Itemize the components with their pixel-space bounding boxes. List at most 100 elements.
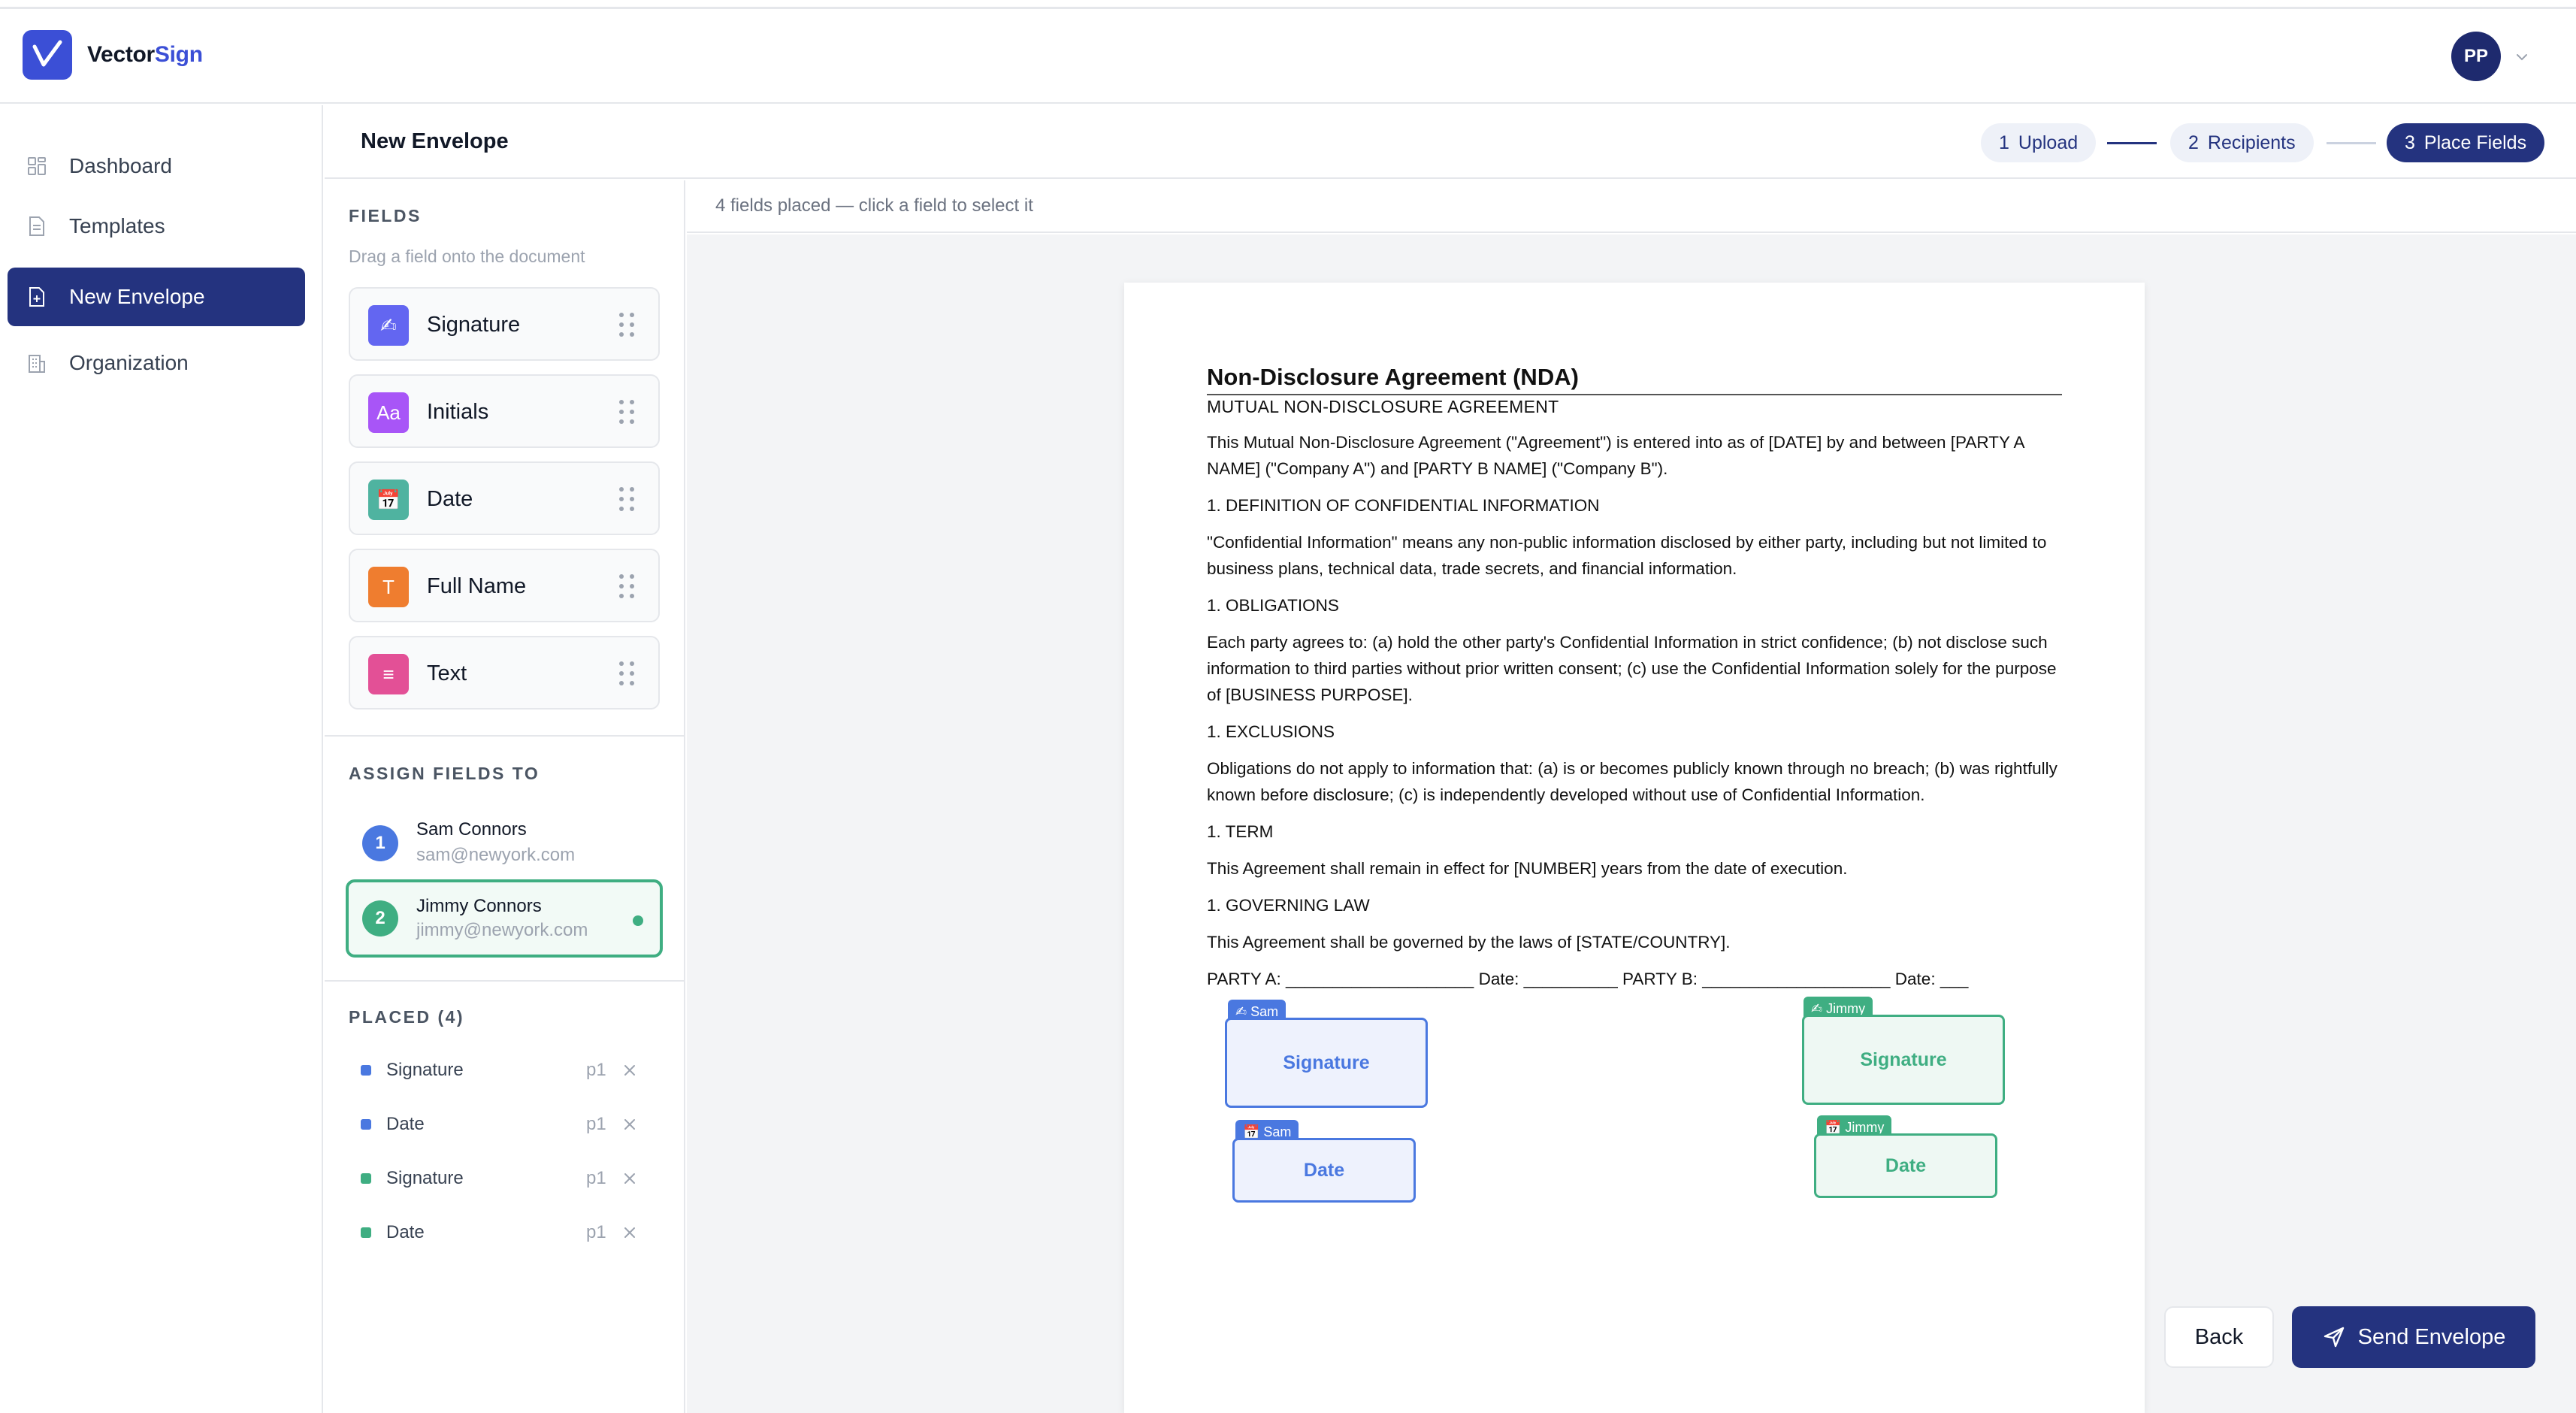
fields-section-title: FIELDS	[349, 206, 422, 225]
close-icon[interactable]	[619, 1222, 640, 1243]
placed-item[interactable]: Signature p1	[361, 1163, 661, 1194]
document-paragraph: Each party agrees to: (a) hold the other…	[1207, 633, 2057, 704]
top-border	[0, 0, 2576, 9]
placed-section-title: PLACED (4)	[349, 1007, 465, 1027]
send-icon	[2324, 1327, 2344, 1348]
initials-icon: Aa	[368, 392, 409, 433]
document-heading: 1. OBLIGATIONS	[1207, 596, 1339, 615]
send-envelope-button[interactable]: Send Envelope	[2292, 1306, 2535, 1368]
recipient-number: 1	[362, 825, 398, 861]
placed-item[interactable]: Date p1	[361, 1109, 661, 1139]
back-button[interactable]: Back	[2164, 1306, 2274, 1368]
close-icon[interactable]	[619, 1114, 640, 1135]
text-t-icon: T	[368, 567, 409, 607]
placed-item-label: Signature	[386, 1168, 464, 1188]
sidebar-item-new-envelope[interactable]: New Envelope	[8, 268, 305, 326]
placed-item-label: Date	[386, 1222, 425, 1242]
field-label: Text	[427, 661, 467, 685]
color-swatch	[361, 1173, 371, 1184]
field-label: Initials	[427, 400, 489, 424]
recipient-name: Jimmy Connors	[416, 896, 542, 916]
document-title: Non-Disclosure Agreement (NDA)	[1207, 364, 2062, 395]
drag-handle-icon[interactable]	[619, 400, 634, 425]
lines-icon: ≡	[368, 654, 409, 694]
document-page[interactable]: Non-Disclosure Agreement (NDA) MUTUAL NO…	[1124, 283, 2145, 1413]
field-full-name[interactable]: T Full Name	[349, 549, 660, 622]
pen-icon: ✍	[368, 305, 409, 346]
field-text[interactable]: ≡ Text	[349, 636, 660, 710]
canvas-status-text: 4 fields placed — click a field to selec…	[715, 195, 1033, 216]
step-place-fields[interactable]: 3 Place Fields	[2387, 123, 2545, 162]
drag-handle-icon[interactable]	[619, 574, 634, 600]
color-swatch	[361, 1065, 371, 1076]
document-heading: 1. GOVERNING LAW	[1207, 896, 1370, 915]
drag-handle-icon[interactable]	[619, 661, 634, 687]
canvas-status-bar: 4 fields placed — click a field to selec…	[687, 180, 2576, 233]
field-date[interactable]: 📅 Date	[349, 461, 660, 535]
placed-item-page: p1	[586, 1168, 606, 1188]
placed-item-page: p1	[586, 1060, 606, 1080]
document-subtitle: MUTUAL NON-DISCLOSURE AGREEMENT	[1207, 397, 1559, 416]
document-icon	[26, 215, 48, 238]
fields-panel: FIELDS Drag a field onto the document ✍ …	[325, 180, 685, 1413]
sidebar-item-label: Dashboard	[69, 154, 172, 177]
placed-item-page: p1	[586, 1114, 606, 1134]
file-plus-icon	[26, 286, 48, 308]
placed-item-label: Signature	[386, 1060, 464, 1080]
placed-signature-sam[interactable]: Signature	[1225, 1018, 1428, 1108]
color-swatch	[361, 1119, 371, 1130]
document-heading: 1. DEFINITION OF CONFIDENTIAL INFORMATIO…	[1207, 496, 1600, 515]
placed-date-jimmy[interactable]: Date	[1814, 1133, 1997, 1198]
recipient-sam[interactable]: 1 Sam Connors sam@newyork.com	[346, 804, 663, 882]
divider	[325, 735, 684, 737]
document-paragraph: This Mutual Non-Disclosure Agreement ("A…	[1207, 433, 2024, 478]
field-label: Date	[427, 487, 473, 511]
assign-section-title: ASSIGN FIELDS TO	[349, 764, 540, 783]
field-signature[interactable]: ✍ Signature	[349, 287, 660, 361]
placed-date-sam[interactable]: Date	[1232, 1138, 1416, 1203]
field-label: Full Name	[427, 574, 527, 598]
sidebar-nav: Dashboard Templates New Envelope Organiz…	[0, 105, 323, 1413]
document-heading: 1. TERM	[1207, 822, 1274, 841]
sidebar-item-organization[interactable]: Organization	[8, 334, 305, 392]
field-initials[interactable]: Aa Initials	[349, 374, 660, 448]
recipient-jimmy[interactable]: 2 Jimmy Connors jimmy@newyork.com	[346, 879, 663, 958]
sidebar-item-label: New Envelope	[69, 285, 205, 308]
close-icon[interactable]	[619, 1168, 640, 1189]
app-header: VectorSign PP	[0, 9, 2576, 104]
placed-item[interactable]: Date p1	[361, 1218, 661, 1248]
drag-handle-icon[interactable]	[619, 313, 634, 338]
document-paragraph: This Agreement shall be governed by the …	[1207, 933, 1731, 952]
brand-name: VectorSign	[87, 42, 203, 67]
placed-item[interactable]: Signature p1	[361, 1055, 661, 1085]
document-content: Non-Disclosure Agreement (NDA) MUTUAL NO…	[1207, 364, 2062, 1003]
recipient-email: sam@newyork.com	[416, 845, 576, 865]
drag-handle-icon[interactable]	[619, 487, 634, 513]
recipient-email: jimmy@newyork.com	[416, 920, 588, 940]
sidebar-item-templates[interactable]: Templates	[8, 197, 305, 256]
recipient-number: 2	[362, 900, 398, 936]
divider	[325, 980, 684, 982]
close-icon[interactable]	[619, 1060, 640, 1081]
send-envelope-label: Send Envelope	[2357, 1324, 2506, 1349]
color-swatch	[361, 1227, 371, 1238]
step-connector	[2327, 142, 2376, 144]
field-label: Signature	[427, 313, 521, 337]
document-heading: 1. EXCLUSIONS	[1207, 722, 1335, 741]
placed-signature-jimmy[interactable]: Signature	[1802, 1015, 2005, 1105]
recipient-name: Sam Connors	[416, 819, 527, 840]
sidebar-item-dashboard[interactable]: Dashboard	[8, 137, 305, 195]
chevron-down-icon[interactable]	[2513, 48, 2531, 66]
logo-icon[interactable]	[23, 30, 72, 80]
grid-icon	[26, 155, 48, 177]
selected-indicator	[633, 915, 643, 926]
step-upload[interactable]: 1 Upload	[1981, 123, 2097, 162]
page-subheader: New Envelope 1 Upload 2 Recipients 3 Place …	[325, 105, 2576, 179]
step-recipients[interactable]: 2 Recipients	[2170, 123, 2314, 162]
avatar[interactable]: PP	[2451, 32, 2501, 81]
signature-line: PARTY A: ____________________ Date: ____…	[1207, 970, 1969, 988]
document-paragraph: "Confidential Information" means any non…	[1207, 533, 2047, 578]
placed-item-label: Date	[386, 1114, 425, 1134]
fields-hint: Drag a field onto the document	[349, 247, 585, 266]
document-paragraph: This Agreement shall remain in effect fo…	[1207, 859, 1848, 878]
